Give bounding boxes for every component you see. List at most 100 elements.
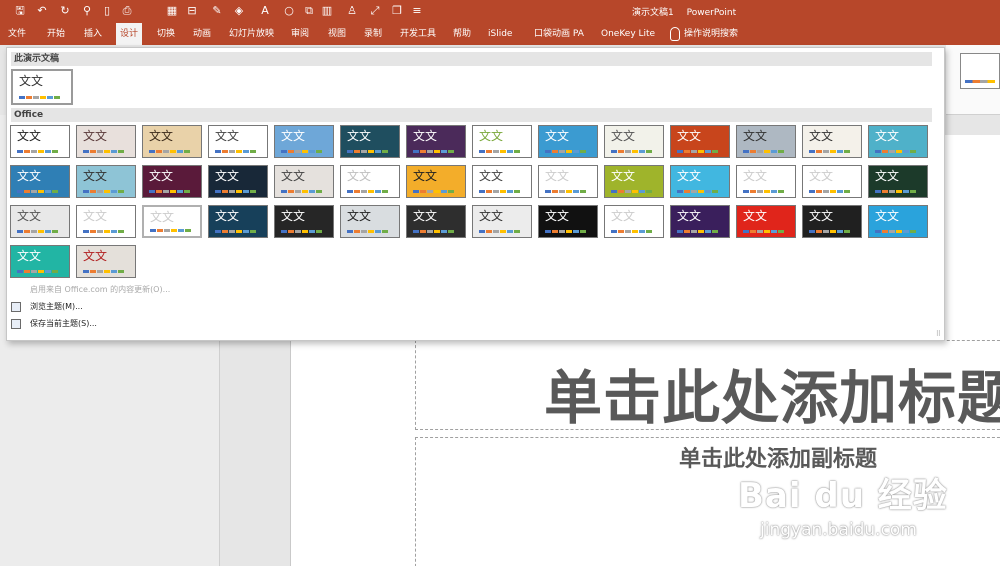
fill-color-icon[interactable]: ◈ — [232, 4, 246, 18]
office-theme-thumb[interactable]: 文文 — [76, 125, 136, 158]
tab-3[interactable]: 设计 — [116, 23, 143, 45]
theme-sample-text: 文文 — [149, 129, 174, 143]
office-theme-thumb[interactable]: 文文 — [538, 165, 598, 198]
tab-10[interactable]: 开发工具 — [396, 23, 440, 45]
theme-sample-text: 文文 — [611, 209, 636, 223]
current-theme-thumb[interactable]: 文文 — [11, 69, 73, 105]
office-theme-thumb[interactable]: 文文 — [868, 125, 928, 158]
tab-0[interactable]: 文件 — [4, 23, 30, 45]
format-painter-icon[interactable]: ⚲ — [80, 4, 94, 18]
tab-6[interactable]: 幻灯片放映 — [225, 23, 278, 45]
office-theme-thumb[interactable]: 文文 — [802, 125, 862, 158]
tab-2[interactable]: 插入 — [80, 23, 106, 45]
person-icon[interactable]: ♙ — [345, 4, 359, 18]
redo-icon[interactable]: ↻ — [58, 4, 72, 18]
office-theme-thumb[interactable]: 文文 — [472, 205, 532, 238]
office-theme-thumb[interactable]: 文文 — [736, 205, 796, 238]
copy-icon[interactable]: ❐ — [390, 4, 404, 18]
customize-icon[interactable]: ≡ — [410, 4, 424, 18]
theme-sample-text: 文文 — [347, 209, 372, 223]
new-file-icon[interactable]: ▯ — [100, 4, 114, 18]
tab-13[interactable]: 口袋动画 PA — [530, 23, 588, 45]
office-theme-thumb[interactable]: 文文 — [736, 125, 796, 158]
tab-14[interactable]: OneKey Lite — [597, 23, 659, 45]
theme-color-swatches — [150, 229, 192, 232]
tab-12[interactable]: iSlide — [484, 23, 516, 45]
undo-icon[interactable]: ↶ — [35, 4, 49, 18]
office-theme-thumb[interactable]: 文文 — [604, 165, 664, 198]
office-theme-thumb[interactable]: 文文 — [340, 165, 400, 198]
tab-9[interactable]: 录制 — [360, 23, 386, 45]
theme-color-swatches — [413, 190, 455, 193]
office-theme-thumb[interactable]: 文文 — [10, 125, 70, 158]
shape-icon[interactable]: ○ — [282, 4, 296, 18]
tab-8[interactable]: 视图 — [324, 23, 350, 45]
tab-1[interactable]: 开始 — [43, 23, 69, 45]
gallery-menu-item[interactable]: 浏览主题(M)... — [7, 299, 407, 315]
office-theme-thumb[interactable]: 文文 — [208, 125, 268, 158]
office-theme-thumb[interactable]: 文文 — [604, 205, 664, 238]
office-theme-thumb[interactable]: 文文 — [802, 165, 862, 198]
office-theme-thumb[interactable]: 文文 — [406, 125, 466, 158]
gallery-menu-item[interactable]: 保存当前主题(S)... — [7, 316, 407, 332]
office-theme-thumb[interactable]: 文文 — [142, 165, 202, 198]
office-theme-thumb[interactable]: 文文 — [670, 125, 730, 158]
theme-sample-text: 文文 — [150, 210, 175, 224]
office-theme-thumb[interactable]: 文文 — [538, 125, 598, 158]
office-theme-thumb[interactable]: 文文 — [208, 205, 268, 238]
chart-icon[interactable]: ▥ — [320, 4, 334, 18]
theme-sample-text: 文文 — [281, 129, 306, 143]
office-theme-thumb[interactable]: 文文 — [472, 125, 532, 158]
office-theme-thumb[interactable]: 文文 — [802, 205, 862, 238]
tab-4[interactable]: 切换 — [153, 23, 179, 45]
theme-sample-text: 文文 — [611, 129, 636, 143]
office-theme-thumb[interactable]: 文文 — [538, 205, 598, 238]
office-theme-thumb[interactable]: 文文 — [868, 205, 928, 238]
office-theme-thumb[interactable]: 文文 — [142, 205, 202, 238]
office-theme-thumb[interactable]: 文文 — [274, 125, 334, 158]
office-theme-thumb[interactable]: 文文 — [406, 205, 466, 238]
tab-11[interactable]: 帮助 — [449, 23, 475, 45]
browse-themes-icon — [11, 302, 21, 312]
office-theme-thumb[interactable]: 文文 — [274, 205, 334, 238]
office-theme-thumb[interactable]: 文文 — [208, 165, 268, 198]
office-theme-thumb[interactable]: 文文 — [142, 125, 202, 158]
office-theme-thumb[interactable]: 文文 — [406, 165, 466, 198]
zoom-icon[interactable]: ⤢ — [368, 4, 382, 18]
tab-5[interactable]: 动画 — [189, 23, 215, 45]
office-theme-thumb[interactable]: 文文 — [472, 165, 532, 198]
office-theme-thumb[interactable]: 文文 — [10, 245, 70, 278]
table-icon[interactable]: ▦ — [165, 4, 179, 18]
font-color-icon[interactable]: A — [258, 4, 272, 18]
office-theme-thumb[interactable]: 文文 — [868, 165, 928, 198]
office-theme-thumb[interactable]: 文文 — [76, 245, 136, 278]
theme-color-swatches — [83, 230, 125, 233]
theme-preview-card[interactable] — [960, 53, 1000, 89]
theme-color-swatches — [611, 190, 653, 193]
office-theme-thumb[interactable]: 文文 — [10, 205, 70, 238]
eraser-icon[interactable]: ✎ — [210, 4, 224, 18]
office-theme-thumb[interactable]: 文文 — [670, 165, 730, 198]
resize-grip-icon[interactable]: ⠿ — [936, 330, 941, 338]
office-theme-thumb[interactable]: 文文 — [274, 165, 334, 198]
office-theme-thumb[interactable]: 文文 — [340, 205, 400, 238]
office-theme-thumb[interactable]: 文文 — [604, 125, 664, 158]
align-icon[interactable]: ⊟ — [185, 4, 199, 18]
title-placeholder[interactable]: 单击此处添加标题 — [415, 340, 1000, 432]
gallery-menu-item: 启用来自 Office.com 的内容更新(O)... — [7, 282, 407, 298]
theme-color-swatches — [677, 230, 719, 233]
tab-7[interactable]: 审阅 — [287, 23, 313, 45]
office-theme-thumb[interactable]: 文文 — [340, 125, 400, 158]
print-preview-icon[interactable]: ⎙ — [120, 4, 134, 18]
arrange-icon[interactable]: ⧉ — [302, 4, 316, 18]
tab-15[interactable]: 操作说明搜索 — [680, 23, 742, 45]
office-theme-thumb[interactable]: 文文 — [670, 205, 730, 238]
save-icon[interactable]: 🖫 — [13, 4, 27, 18]
office-theme-thumb[interactable]: 文文 — [76, 165, 136, 198]
office-theme-thumb[interactable]: 文文 — [10, 165, 70, 198]
office-theme-thumb[interactable]: 文文 — [736, 165, 796, 198]
theme-color-swatches — [809, 190, 851, 193]
theme-color-swatches — [479, 230, 521, 233]
theme-sample-text: 文文 — [677, 169, 702, 183]
office-theme-thumb[interactable]: 文文 — [76, 205, 136, 238]
